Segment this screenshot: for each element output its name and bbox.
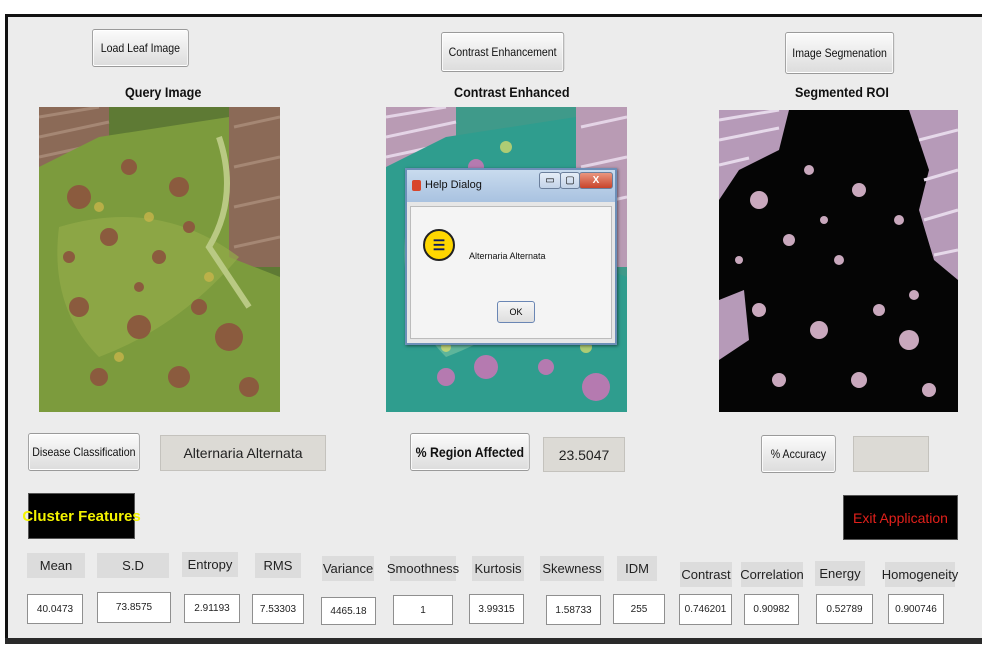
dialog-body: ☰ Alternaria Alternata OK [410,206,612,339]
feature-label-smoothness: Smoothness [387,556,459,581]
contrast-enhancement-button[interactable]: Contrast Enhancement [441,32,565,72]
dialog-message: Alternaria Alternata [469,251,546,261]
feature-value-sd: 73.8575 [97,592,171,623]
dialog-title: Help Dialog [425,179,482,191]
accuracy-field [853,436,929,472]
help-speech-icon: ☰ [423,229,455,261]
close-button[interactable]: X [579,172,613,189]
feature-label-homogeneity: Homogeneity [882,562,958,587]
window-bottom-border [5,638,982,644]
feature-label-energy: Energy [815,561,865,586]
feature-value-mean: 40.0473 [27,594,83,624]
accuracy-button[interactable]: % Accuracy [761,435,836,473]
disease-name-field: Alternaria Alternata [160,435,326,471]
contrast-enhanced-title: Contrast Enhanced [454,84,570,100]
feature-value-variance: 4465.18 [321,597,376,625]
load-leaf-image-button[interactable]: Load Leaf Image [92,29,189,67]
exit-application-button[interactable]: Exit Application [843,495,958,540]
minimize-button[interactable]: ▭ [539,172,561,189]
feature-label-contrast: Contrast [680,562,732,587]
ok-button[interactable]: OK [497,301,535,323]
java-icon [412,180,421,191]
segmented-roi-image [719,110,958,412]
feature-label-idm: IDM [617,556,657,581]
feature-value-rms: 7.53303 [252,594,304,624]
feature-label-correlation: Correlation [740,562,804,587]
feature-label-skewness: Skewness [540,556,604,581]
region-percent-field: 23.5047 [543,437,625,472]
feature-label-entropy: Entropy [182,552,238,577]
feature-value-homogeneity: 0.900746 [888,594,944,624]
feature-value-contrast: 0.746201 [679,594,732,625]
query-image-title: Query Image [125,84,202,100]
maximize-button[interactable]: ▢ [560,172,580,189]
feature-value-correlation: 0.90982 [744,594,799,625]
feature-label-sd: S.D [97,553,169,578]
feature-value-idm: 255 [613,594,665,624]
feature-label-kurtosis: Kurtosis [472,556,524,581]
image-segmentation-button[interactable]: Image Segmenation [785,32,895,74]
feature-value-smoothness: 1 [393,595,453,625]
feature-value-skewness: 1.58733 [546,595,601,625]
feature-label-rms: RMS [255,553,301,578]
feature-value-entropy: 2.91193 [184,594,240,623]
region-affected-button[interactable]: % Region Affected [410,433,530,471]
feature-label-variance: Variance [322,556,374,581]
help-dialog: Help Dialog ▭ ▢ X ☰ Alternaria Alternata… [405,168,617,345]
cluster-features-button[interactable]: Cluster Features [22,493,141,539]
query-leaf-image [39,107,280,412]
segmented-roi-title: Segmented ROI [795,84,889,100]
feature-label-mean: Mean [27,553,85,578]
feature-value-kurtosis: 3.99315 [469,594,524,624]
disease-classification-button[interactable]: Disease Classification [28,433,140,471]
feature-value-energy: 0.52789 [816,594,873,624]
